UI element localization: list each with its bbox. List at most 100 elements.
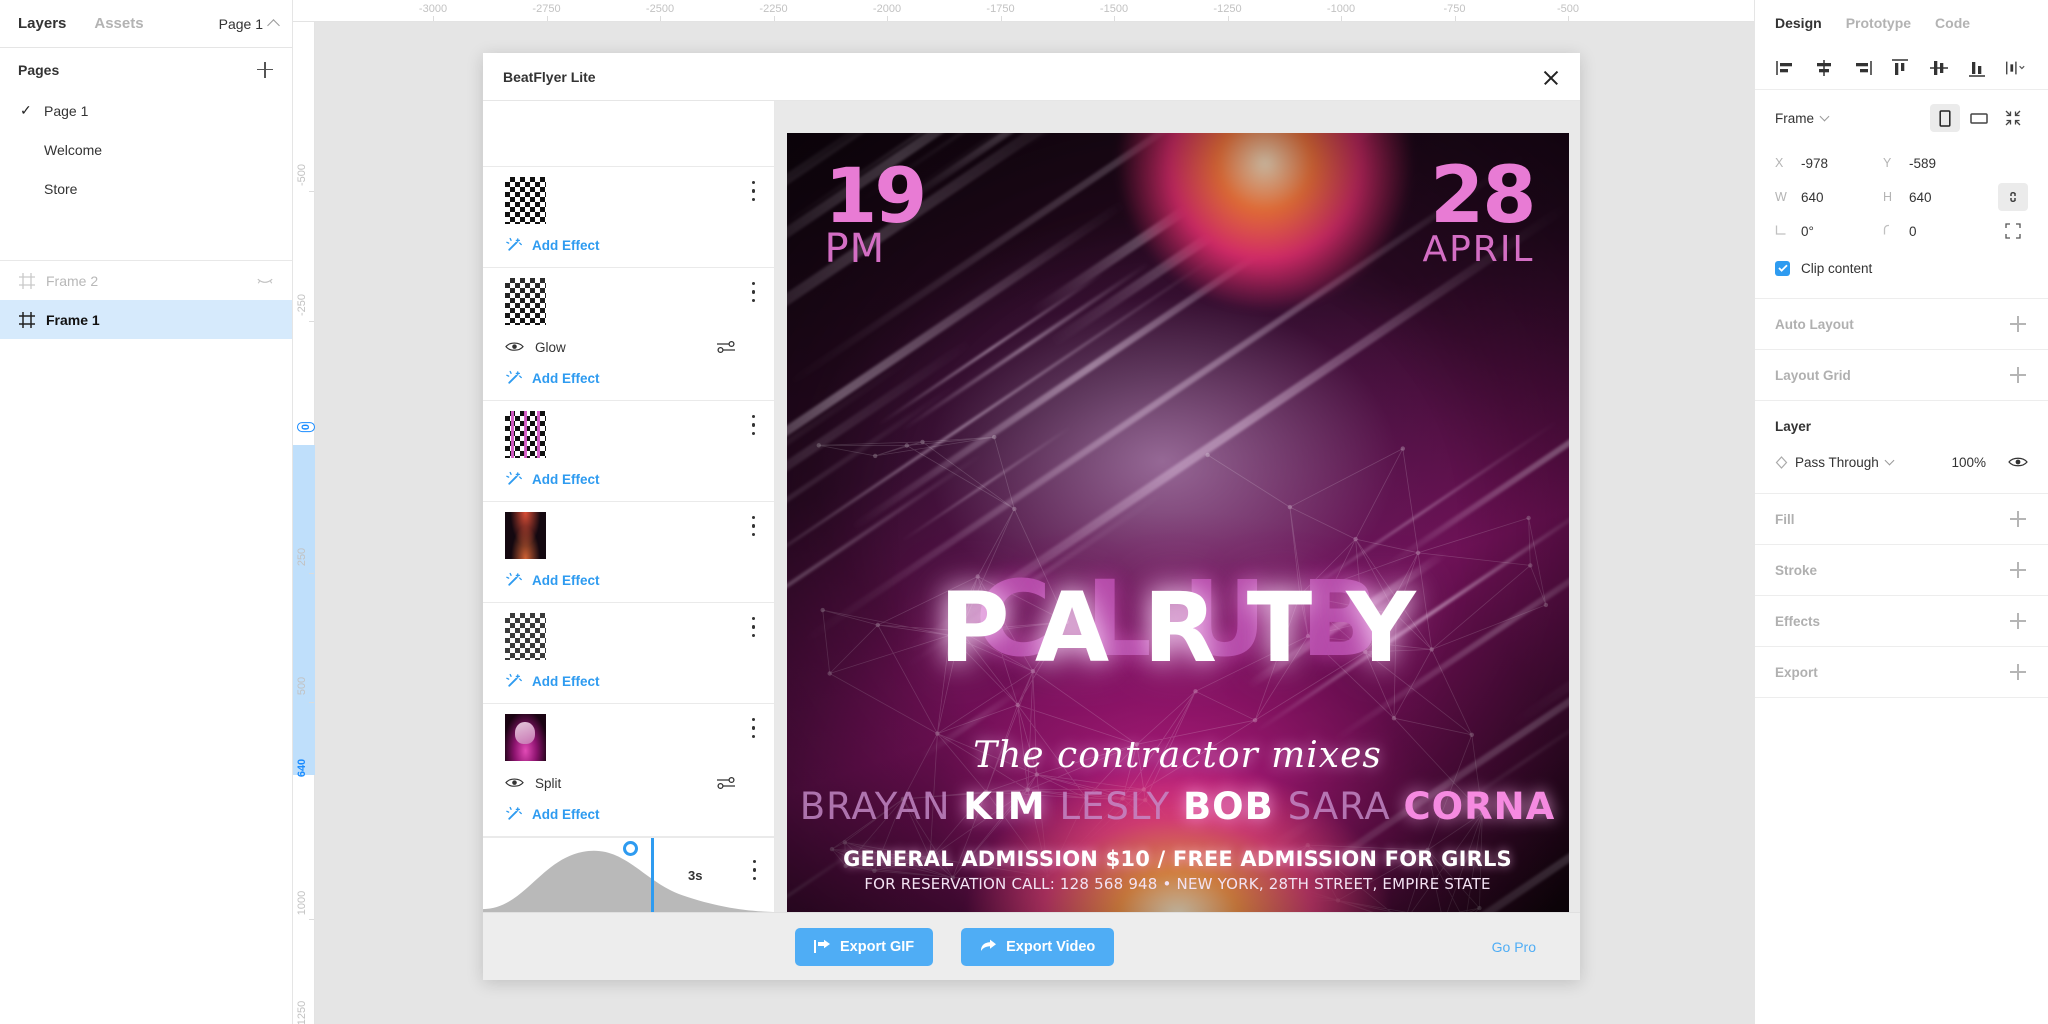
corner-radius-field[interactable]: 0	[1883, 224, 1991, 239]
align-left-icon[interactable]	[1775, 58, 1797, 78]
effect-menu-icon[interactable]	[752, 282, 756, 303]
effect-thumbnail[interactable]	[505, 411, 546, 458]
ruler-tick-label: -2500	[645, 3, 675, 15]
layout-grid-section: Layout Grid	[1755, 350, 2048, 401]
ruler-tick-mark	[1000, 16, 1002, 21]
ruler-tick-label: 640	[296, 758, 308, 778]
effect-name-row: Glow	[505, 332, 752, 362]
add-effect-label: Add Effect	[532, 673, 600, 689]
pages-header: Pages	[0, 48, 292, 91]
effect-menu-icon[interactable]	[752, 617, 756, 638]
effect-thumbnail[interactable]	[505, 714, 546, 761]
orientation-landscape-button[interactable]	[1964, 104, 1994, 132]
add-export-button[interactable]	[2008, 662, 2028, 682]
add-effect-row[interactable]: Add Effect	[505, 364, 752, 392]
tab-design[interactable]: Design	[1775, 15, 1822, 31]
check-icon	[1777, 264, 1788, 272]
add-stroke-button[interactable]	[2008, 560, 2028, 580]
width-field[interactable]: W 640	[1775, 190, 1883, 205]
add-layout-grid-button[interactable]	[2008, 365, 2028, 385]
tab-layers[interactable]: Layers	[18, 15, 66, 32]
vertical-ruler[interactable]: -500 -250 0 250 500 640 1000 1250	[293, 22, 315, 1024]
align-horizontal-center-icon[interactable]	[1813, 58, 1835, 78]
effect-card: Glow Add Effect	[483, 268, 774, 401]
add-effect-row[interactable]: Add Effect	[505, 566, 752, 594]
constrain-proportions-button[interactable]	[1998, 183, 2028, 211]
orientation-portrait-button[interactable]	[1930, 104, 1960, 132]
effect-thumbnail[interactable]	[505, 512, 546, 559]
timeline-keyframe-knob[interactable]	[623, 841, 638, 856]
layer-item-frame-2[interactable]: Frame 2	[0, 261, 292, 300]
export-video-button[interactable]: Export Video	[961, 927, 1115, 966]
timeline-playhead[interactable]	[651, 838, 654, 912]
rotation-field[interactable]: 0°	[1775, 224, 1883, 239]
stroke-label: Stroke	[1775, 562, 1818, 578]
effect-menu-icon[interactable]	[752, 415, 756, 436]
ruler-tick-label: -1750	[986, 3, 1015, 15]
page-item-page-1[interactable]: ✓ Page 1	[0, 91, 292, 130]
independent-corners-button[interactable]	[1998, 217, 2028, 245]
effect-menu-icon[interactable]	[752, 181, 756, 202]
effects-list-panel[interactable]: Add Effect Add Effect Glow Add Effect Add Ef…	[483, 101, 775, 912]
pages-header-label: Pages	[18, 61, 60, 78]
effect-thumbnail[interactable]	[505, 613, 546, 660]
x-field[interactable]: X -978	[1775, 156, 1883, 171]
frame-type-dropdown[interactable]: Frame	[1775, 111, 1830, 126]
add-auto-layout-button[interactable]	[2008, 314, 2028, 334]
height-field[interactable]: H 640	[1883, 190, 1991, 205]
align-right-icon[interactable]	[1851, 58, 1873, 78]
effect-menu-icon[interactable]	[752, 516, 756, 537]
tab-code[interactable]: Code	[1935, 15, 1970, 31]
clip-content-checkbox[interactable]	[1775, 260, 1790, 276]
distribute-menu-icon[interactable]	[2004, 58, 2026, 78]
tab-prototype[interactable]: Prototype	[1846, 15, 1911, 31]
page-item-welcome[interactable]: Welcome	[0, 130, 292, 169]
landscape-icon	[1970, 112, 1988, 124]
effect-settings-icon[interactable]	[716, 340, 736, 354]
page-item-label: Page 1	[44, 102, 89, 119]
visibility-eye-icon[interactable]	[505, 340, 524, 353]
add-effect-row[interactable]: Add Effect	[505, 667, 752, 695]
effects-section: Effects	[1755, 596, 2048, 647]
page-item-store[interactable]: Store	[0, 169, 292, 208]
effect-menu-icon[interactable]	[752, 718, 756, 739]
go-pro-link[interactable]: Go Pro	[1492, 939, 1536, 955]
visibility-eye-icon[interactable]	[2008, 455, 2028, 469]
opacity-value[interactable]: 100%	[1951, 455, 1986, 470]
timeline-menu-icon[interactable]	[752, 860, 756, 881]
y-field[interactable]: Y -589	[1883, 156, 1991, 171]
ruler-tick-label: -1000	[1326, 3, 1356, 15]
add-effect-row[interactable]: Add Effect	[505, 800, 752, 828]
align-top-icon[interactable]	[1889, 58, 1911, 78]
clip-content-row[interactable]: Clip content	[1775, 252, 2028, 284]
effect-settings-icon[interactable]	[716, 776, 736, 790]
layer-header: Layer	[1775, 415, 2028, 437]
poster-headline-front: PARTY	[939, 572, 1450, 684]
ruler-tick-label: -2750	[532, 3, 561, 15]
add-effect-row[interactable]: Add Effect	[505, 231, 752, 259]
effect-thumbnail[interactable]	[505, 278, 546, 325]
page-selector[interactable]: Page 1	[219, 16, 280, 32]
add-effect-label: Add Effect	[532, 237, 600, 253]
eye-closed-icon[interactable]	[256, 276, 274, 286]
effect-thumbnail[interactable]	[505, 177, 546, 224]
tab-assets[interactable]: Assets	[94, 15, 143, 32]
add-page-button[interactable]	[254, 59, 276, 81]
blend-mode-dropdown[interactable]: Pass Through	[1775, 455, 1895, 470]
horizontal-ruler[interactable]: -3000 -2750 -2500 -2250 -2000 -1750 -1500 -1250…	[293, 0, 1754, 22]
export-gif-button[interactable]: Export GIF	[795, 927, 934, 966]
timeline-track[interactable]: 3s	[483, 837, 774, 912]
add-fill-button[interactable]	[2008, 509, 2028, 529]
rotation-row: 0° 0	[1775, 214, 2028, 248]
y-value: -589	[1909, 155, 1937, 171]
add-effect-row[interactable]: Add Effect	[505, 465, 752, 493]
layer-item-label: Frame 1	[46, 311, 100, 328]
resize-to-fit-button[interactable]	[1998, 104, 2028, 132]
share-arrow-icon	[814, 939, 830, 953]
align-vertical-center-icon[interactable]	[1928, 58, 1950, 78]
visibility-eye-icon[interactable]	[505, 776, 524, 789]
close-icon[interactable]	[1540, 66, 1562, 88]
align-bottom-icon[interactable]	[1966, 58, 1988, 78]
layer-item-frame-1[interactable]: Frame 1	[0, 300, 292, 339]
add-effect-button[interactable]	[2008, 611, 2028, 631]
